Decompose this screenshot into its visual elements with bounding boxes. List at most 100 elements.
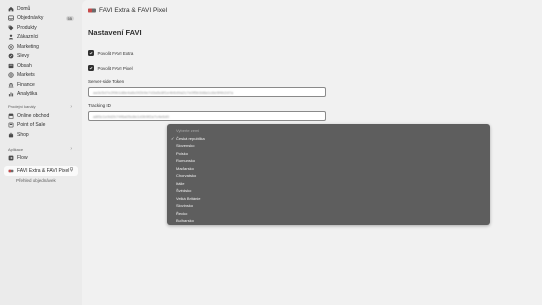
option-label: Švédsko: [176, 188, 192, 194]
dropdown-option[interactable]: Švédsko: [167, 187, 490, 195]
pin-icon[interactable]: [69, 167, 74, 174]
app-title: FAVI Extra & FAVI Pixel: [99, 6, 168, 14]
dropdown-option[interactable]: Slovensko: [167, 142, 490, 150]
server-side-token-label: Server-side Token: [88, 79, 125, 84]
dropdown-option[interactable]: Velká Británie: [167, 195, 490, 203]
checkmark-icon: ✓: [171, 135, 175, 141]
globe-icon: [8, 72, 14, 78]
sidebar-item-label: Slevy: [17, 53, 30, 60]
dropdown-option[interactable]: Chorvatsko: [167, 172, 490, 180]
dropdown-option[interactable]: Bulharsko: [167, 217, 490, 225]
section-title: Aplikace: [8, 146, 24, 152]
sidebar-item-label: Obsah: [17, 62, 32, 69]
sidebar-item-label: Point of Sale: [17, 122, 46, 129]
tracking-id-value: a8f3c1e9d2b74f6a05c8e1d3b9f2a7c4e6d0: [93, 113, 170, 119]
app-header: FAVI Extra & FAVI Pixel: [82, 0, 542, 20]
option-label: Polsko: [176, 150, 189, 156]
option-label: Velká Británie: [176, 195, 201, 201]
token-value: aa3c5d7e2f9b1d8e4a6c0f2b9e7d3a5c8f1e4b6d…: [93, 89, 234, 95]
option-label: Bulharsko: [176, 218, 194, 224]
sidebar-item-pos[interactable]: Point of Sale: [0, 121, 82, 131]
page-title: Nastavení FAVI: [88, 28, 142, 37]
target-icon: [8, 44, 14, 50]
option-label: Slovensko: [176, 143, 195, 149]
bank-icon: [8, 82, 14, 88]
sidebar-item-label: Flow: [17, 155, 28, 162]
settings-form: Nastavení FAVI Povolit FAVI Extra Povoli…: [88, 28, 410, 127]
tracking-id-input[interactable]: a8f3c1e9d2b74f6a05c8e1d3b9f2a7c4e6d0: [88, 111, 326, 121]
sidebar-item-label: Marketing: [17, 43, 39, 50]
sidebar-item-label: Finance: [17, 81, 35, 88]
store-icon: [8, 113, 14, 119]
content-icon: [8, 63, 14, 69]
option-label: Rumunsko: [176, 158, 196, 164]
option-label: Itálie: [176, 180, 185, 186]
sidebar-item-label: FAVI Extra & FAVI Pixel: [17, 167, 70, 174]
dropdown-option[interactable]: Maďarsko: [167, 165, 490, 173]
sidebar-item-home[interactable]: Domů: [0, 4, 82, 14]
dropdown-option[interactable]: Itálie: [167, 180, 490, 188]
sidebar-item-marketing[interactable]: Marketing: [0, 42, 82, 52]
checkbox-label: Povolit FAVI Extra: [97, 50, 134, 56]
option-label: Česká republika: [176, 135, 205, 141]
section-sales-channels[interactable]: Prodejní kanály ›: [0, 102, 82, 111]
sidebar-item-finance[interactable]: Finance: [0, 80, 82, 90]
chevron-right-icon: ›: [70, 103, 72, 110]
sidebar: Domů Objednávky 55 Produkty Zákazníci Ma…: [0, 0, 82, 305]
dropdown-header: Vyberte zemi: [176, 128, 200, 134]
enable-favi-extra-row[interactable]: Povolit FAVI Extra: [88, 49, 410, 57]
sidebar-item-label: Produkty: [17, 24, 37, 31]
dropdown-option[interactable]: Slovinsko: [167, 202, 490, 210]
sidebar-item-markets[interactable]: Markets: [0, 71, 82, 81]
discount-icon: [8, 53, 14, 59]
sidebar-item-label: Shop: [17, 131, 29, 138]
sidebar-item-label: Online obchod: [17, 112, 50, 119]
flow-icon: [8, 155, 14, 161]
tag-icon: [8, 25, 14, 31]
section-title: Prodejní kanály: [8, 104, 36, 109]
sidebar-item-customers[interactable]: Zákazníci: [0, 33, 82, 43]
person-icon: [8, 34, 14, 40]
option-label: Chorvatsko: [176, 173, 197, 179]
sidebar-item-content[interactable]: Obsah: [0, 61, 82, 71]
sidebar-item-shop[interactable]: Shop: [0, 130, 82, 140]
enable-favi-pixel-row[interactable]: Povolit FAVI Pixel: [88, 64, 410, 72]
sidebar-item-discounts[interactable]: Slevy: [0, 52, 82, 62]
sidebar-subitem-label: Přehled objednávek: [16, 177, 56, 183]
pos-icon: [8, 122, 14, 128]
sidebar-item-products[interactable]: Produkty: [0, 23, 82, 33]
country-dropdown-list: Vyberte zemi ✓ Česká republika Slovensko …: [167, 124, 490, 225]
sidebar-item-flow[interactable]: Flow: [0, 154, 82, 164]
inbox-icon: [8, 15, 14, 21]
option-label: Řecko: [176, 210, 188, 216]
sidebar-item-orders[interactable]: Objednávky 55: [0, 14, 82, 24]
bag-icon: [8, 132, 14, 138]
dropdown-option[interactable]: Řecko: [167, 210, 490, 218]
sidebar-item-analytics[interactable]: Analytika: [0, 90, 82, 100]
tracking-id-label: Tracking ID: [88, 103, 111, 108]
enable-favi-pixel-checkbox[interactable]: [88, 65, 94, 71]
sidebar-item-label: Zákazníci: [17, 34, 39, 41]
orders-count-badge: 55: [65, 15, 74, 21]
chart-icon: [8, 91, 14, 97]
sidebar-item-favi[interactable]: FAVI Extra & FAVI Pixel: [4, 166, 78, 176]
option-label: Maďarsko: [176, 165, 194, 171]
sidebar-item-label: Domů: [17, 5, 31, 12]
favi-logo-icon: [88, 8, 96, 13]
sidebar-item-label: Analytika: [17, 91, 38, 98]
sidebar-item-label: Objednávky: [17, 15, 44, 22]
dropdown-option[interactable]: Polsko: [167, 150, 490, 158]
favi-icon: [8, 168, 14, 174]
server-side-token-input[interactable]: aa3c5d7e2f9b1d8e4a6c0f2b9e7d3a5c8f1e4b6d…: [88, 87, 326, 97]
sidebar-subitem-orders-overview[interactable]: Přehled objednávek: [0, 176, 82, 185]
option-label: Slovinsko: [176, 203, 194, 209]
dropdown-option[interactable]: ✓ Česká republika: [167, 135, 490, 143]
home-icon: [8, 6, 14, 12]
enable-favi-extra-checkbox[interactable]: [88, 50, 94, 56]
sidebar-item-online-store[interactable]: Online obchod: [0, 111, 82, 121]
checkbox-label: Povolit FAVI Pixel: [97, 65, 133, 71]
sidebar-item-label: Markets: [17, 72, 35, 79]
dropdown-option[interactable]: Rumunsko: [167, 157, 490, 165]
chevron-right-icon: ›: [70, 146, 72, 152]
section-apps[interactable]: Aplikace ›: [0, 145, 82, 154]
